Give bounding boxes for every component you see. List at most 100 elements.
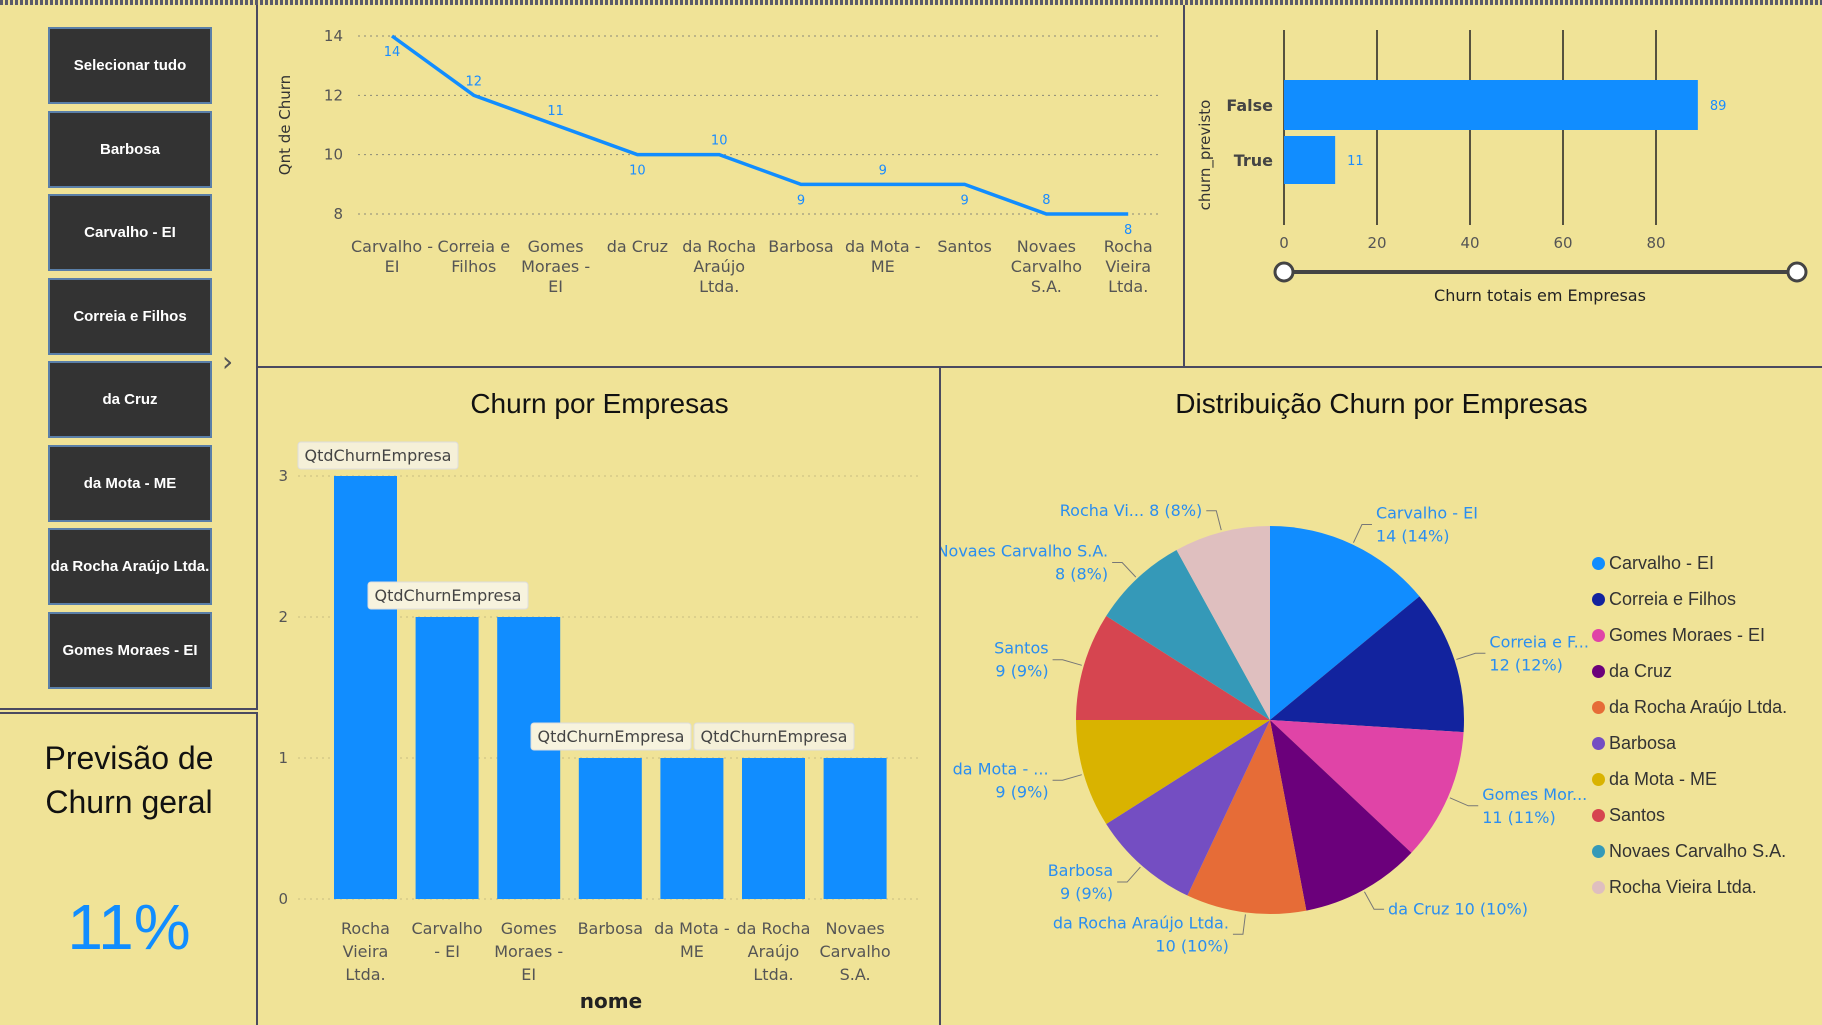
x-tick-label: Novaes Carvalho S.A. — [1011, 237, 1082, 296]
y-tick-label: 2 — [278, 608, 288, 626]
slicer-item-gomes-moraes-ei[interactable]: Gomes Moraes - EI — [48, 611, 212, 689]
tooltip-label: QtdChurnEmpresa — [538, 727, 685, 746]
x-tick-label: da Cruz — [607, 237, 668, 256]
x-tick-label: da Mota -ME — [845, 237, 921, 276]
slicer-item-selecionar-tudo[interactable]: Selecionar tudo — [48, 27, 212, 104]
legend-item[interactable]: Correia e Filhos — [1592, 581, 1787, 617]
slice-label: da Mota - ... — [953, 759, 1049, 778]
bar-chart-panel[interactable]: Churn por Empresas 0 1 2 3 Rocha Vieira Ltda. C… — [258, 368, 941, 1025]
pie-legend: Carvalho - EI Correia e Filhos Gomes Morae… — [1592, 545, 1787, 905]
data-label: 10 — [629, 164, 646, 179]
line-chart[interactable]: 8 10 12 14 Qnt de Churn 14 12 11 10 10 9 9 9 8 8 Carval… — [258, 5, 1185, 368]
legend-label: Santos — [1609, 804, 1666, 825]
legend-item[interactable]: Barbosa — [1592, 725, 1787, 761]
legend-item[interactable]: da Cruz — [1592, 653, 1787, 689]
slicer-item-da-cruz[interactable]: da Cruz — [48, 361, 212, 438]
legend-label: da Cruz — [1609, 660, 1673, 681]
slice-label: Gomes Mor... — [1482, 785, 1587, 804]
y-tick-label: 12 — [324, 86, 343, 104]
x-tick-label: 60 — [1553, 234, 1572, 252]
legend-dot-icon — [1592, 628, 1605, 642]
slice-label: 11 (11%) — [1482, 808, 1556, 827]
x-tick-label: Barbosa — [578, 919, 643, 938]
data-label: 9 — [879, 163, 887, 178]
x-tick-label: 40 — [1460, 234, 1479, 252]
slice-label: 14 (14%) — [1376, 527, 1450, 546]
range-slider-handle-min[interactable] — [1273, 261, 1295, 283]
legend-label: Carvalho - EI — [1609, 552, 1715, 573]
data-label: 12 — [466, 74, 483, 89]
y-axis-label: Qnt de Churn — [276, 75, 294, 175]
data-label: 14 — [384, 45, 401, 60]
x-tick-label: Barbosa — [768, 237, 833, 256]
legend-item[interactable]: Gomes Moraes - EI — [1592, 617, 1787, 653]
category-label: False — [1226, 96, 1273, 115]
leader-line — [1456, 652, 1486, 660]
slicer-item-da-rocha-ara-jo-ltda-[interactable]: da Rocha Araújo Ltda. — [48, 528, 212, 605]
data-label: 89 — [1710, 99, 1727, 114]
y-tick-label: 8 — [333, 205, 343, 223]
x-tick-label: da Rocha Araújo Ltda. — [737, 919, 811, 984]
bar — [823, 758, 887, 899]
bar — [415, 617, 479, 899]
slice-label: 8 (8%) — [1055, 565, 1108, 584]
slice-label: Barbosa — [1048, 861, 1113, 880]
slice-label: 9 (9%) — [1060, 884, 1113, 903]
legend-item[interactable]: Carvalho - EI — [1592, 545, 1787, 581]
legend-dot-icon — [1592, 736, 1605, 750]
legend-dot-icon — [1592, 592, 1605, 606]
bar — [660, 758, 724, 899]
x-tick-label: Gomes Moraes -EI — [521, 237, 590, 296]
hbar-chart[interactable]: 0 20 40 60 80 False 89 True 11 churn_previsto Chur… — [1185, 5, 1822, 368]
slicer-item-carvalho-ei[interactable]: Carvalho - EI — [48, 194, 212, 271]
slicer-item-barbosa[interactable]: Barbosa — [48, 110, 212, 188]
data-label: 8 — [1124, 223, 1132, 238]
y-tick-label: 10 — [324, 146, 343, 164]
leader-line — [1363, 891, 1385, 910]
y-tick-label: 0 — [278, 890, 288, 908]
x-tick-label: Correia e Filhos — [438, 237, 511, 276]
data-label: 10 — [711, 134, 728, 149]
legend-label: da Mota - ME — [1609, 768, 1718, 789]
legend-dot-icon — [1592, 880, 1605, 894]
slice-label: 10 (10%) — [1155, 936, 1229, 955]
x-tick-label: Carvalho -EI — [351, 237, 433, 276]
x-tick-label: da Rocha Araújo Ltda. — [682, 237, 756, 296]
x-tick-label: Rocha Vieira Ltda. — [1104, 237, 1153, 296]
chevron-right-icon[interactable]: › — [222, 345, 233, 378]
bar-chart[interactable]: 0 1 2 3 Rocha Vieira Ltda. Carvalho - EI Gomes Mor… — [258, 368, 941, 1025]
x-axis-label: Churn totais em Empresas — [1434, 286, 1646, 305]
y-tick-label: 1 — [278, 749, 288, 767]
slice-label: Novaes Carvalho S.A. — [941, 542, 1108, 561]
slicer-item-da-mota-me[interactable]: da Mota - ME — [48, 444, 212, 522]
legend-item[interactable]: da Mota - ME — [1592, 761, 1787, 797]
kpi-title: Previsão de Churn geral — [44, 740, 214, 820]
slice-label: 9 (9%) — [995, 662, 1048, 681]
x-tick-label: Novaes Carvalho S.A. — [819, 919, 890, 984]
leader-line — [1449, 797, 1479, 807]
range-slider-handle-max[interactable] — [1786, 261, 1808, 283]
y-tick-label: 14 — [324, 27, 343, 45]
legend-item[interactable]: Novaes Carvalho S.A. — [1592, 833, 1787, 869]
bar — [742, 758, 805, 899]
hbar-chart-panel[interactable]: 0 20 40 60 80 False 89 True 11 churn_previsto Chur… — [1185, 5, 1822, 368]
legend-dot-icon — [1592, 556, 1605, 570]
legend-item[interactable]: Rocha Vieira Ltda. — [1592, 869, 1787, 905]
slice-label: Correia e F... — [1489, 632, 1588, 651]
legend-item[interactable]: da Rocha Araújo Ltda. — [1592, 689, 1787, 725]
tooltip-label: QtdChurnEmpresa — [305, 446, 452, 465]
line-chart-panel[interactable]: 8 10 12 14 Qnt de Churn 14 12 11 10 10 9 9 9 8 8 Carval… — [258, 5, 1185, 368]
slicer-item-correia-e-filhos[interactable]: Correia e Filhos — [48, 277, 212, 355]
category-label: True — [1234, 151, 1273, 170]
slice-label: da Rocha Araújo Ltda. — [1053, 913, 1229, 932]
line-series — [390, 34, 1129, 216]
bar — [497, 617, 561, 899]
tooltip-label: QtdChurnEmpresa — [375, 586, 522, 605]
x-tick-label: 0 — [1279, 234, 1289, 252]
legend-item[interactable]: Santos — [1592, 797, 1787, 833]
leader-line — [1052, 774, 1082, 781]
legend-label: Rocha Vieira Ltda. — [1609, 876, 1757, 897]
data-label: 8 — [1042, 193, 1050, 208]
x-tick-label: 80 — [1646, 234, 1665, 252]
x-tick-label: da Mota -ME — [654, 919, 730, 961]
